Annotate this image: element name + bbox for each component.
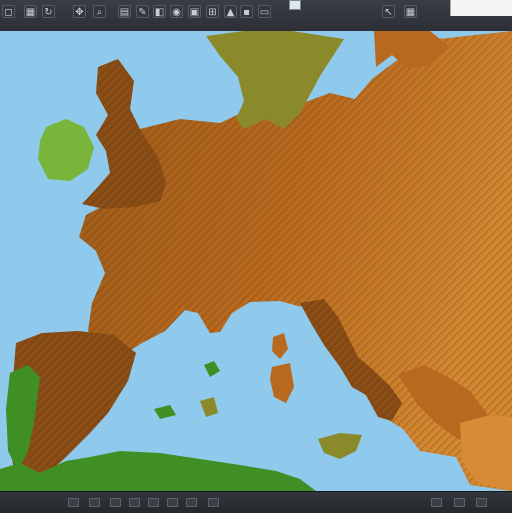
status-button-6[interactable] [167, 498, 178, 507]
image-icon[interactable]: ▣ [188, 5, 201, 18]
small-island-a [200, 397, 218, 417]
terrain-icon[interactable]: ▲ [224, 5, 237, 18]
small-island-b [204, 361, 220, 377]
fill-icon[interactable]: ◧ [153, 5, 166, 18]
balearic-islands [154, 405, 176, 419]
lock-icon[interactable]: ▪ [240, 5, 253, 18]
corsica [272, 333, 288, 359]
bottom-statusbar [0, 491, 512, 513]
cursor-icon[interactable]: ↖ [382, 5, 395, 18]
top-toolbar: ◻ ▦ ↻ ✥ ⌕ ▤ ✎ ◧ ◉ ▣ ⊞ ▲ ▪ ▭ ↖ ▦ [0, 0, 512, 32]
brush-icon[interactable]: ✎ [136, 5, 149, 18]
grid-icon[interactable]: ▦ [24, 5, 37, 18]
status-button-5[interactable] [148, 498, 159, 507]
status-button-7[interactable] [186, 498, 197, 507]
status-button-1[interactable] [68, 498, 79, 507]
europe-map [0, 31, 512, 491]
pan-icon[interactable]: ✥ [73, 5, 86, 18]
eye-icon[interactable]: ◉ [170, 5, 183, 18]
select-icon[interactable]: ◻ [2, 5, 15, 18]
map-viewport[interactable] [0, 31, 512, 491]
status-button-3[interactable] [110, 498, 121, 507]
status-button-2[interactable] [89, 498, 100, 507]
color-swatch[interactable] [289, 0, 301, 10]
window-icon[interactable]: ▭ [258, 5, 271, 18]
zoom-icon[interactable]: ⌕ [93, 5, 106, 18]
ireland [38, 119, 94, 181]
status-button-8[interactable] [208, 498, 219, 507]
tile-icon[interactable]: ▦ [404, 5, 417, 18]
layer-icon[interactable]: ▤ [118, 5, 131, 18]
status-button-10[interactable] [454, 498, 465, 507]
refresh-icon[interactable]: ↻ [42, 5, 55, 18]
status-button-11[interactable] [476, 498, 487, 507]
grid-alt-icon[interactable]: ⊞ [206, 5, 219, 18]
status-button-4[interactable] [129, 498, 140, 507]
status-button-9[interactable] [431, 498, 442, 507]
top-right-panel [450, 0, 512, 16]
sardinia [270, 363, 294, 403]
sicily [318, 433, 362, 459]
